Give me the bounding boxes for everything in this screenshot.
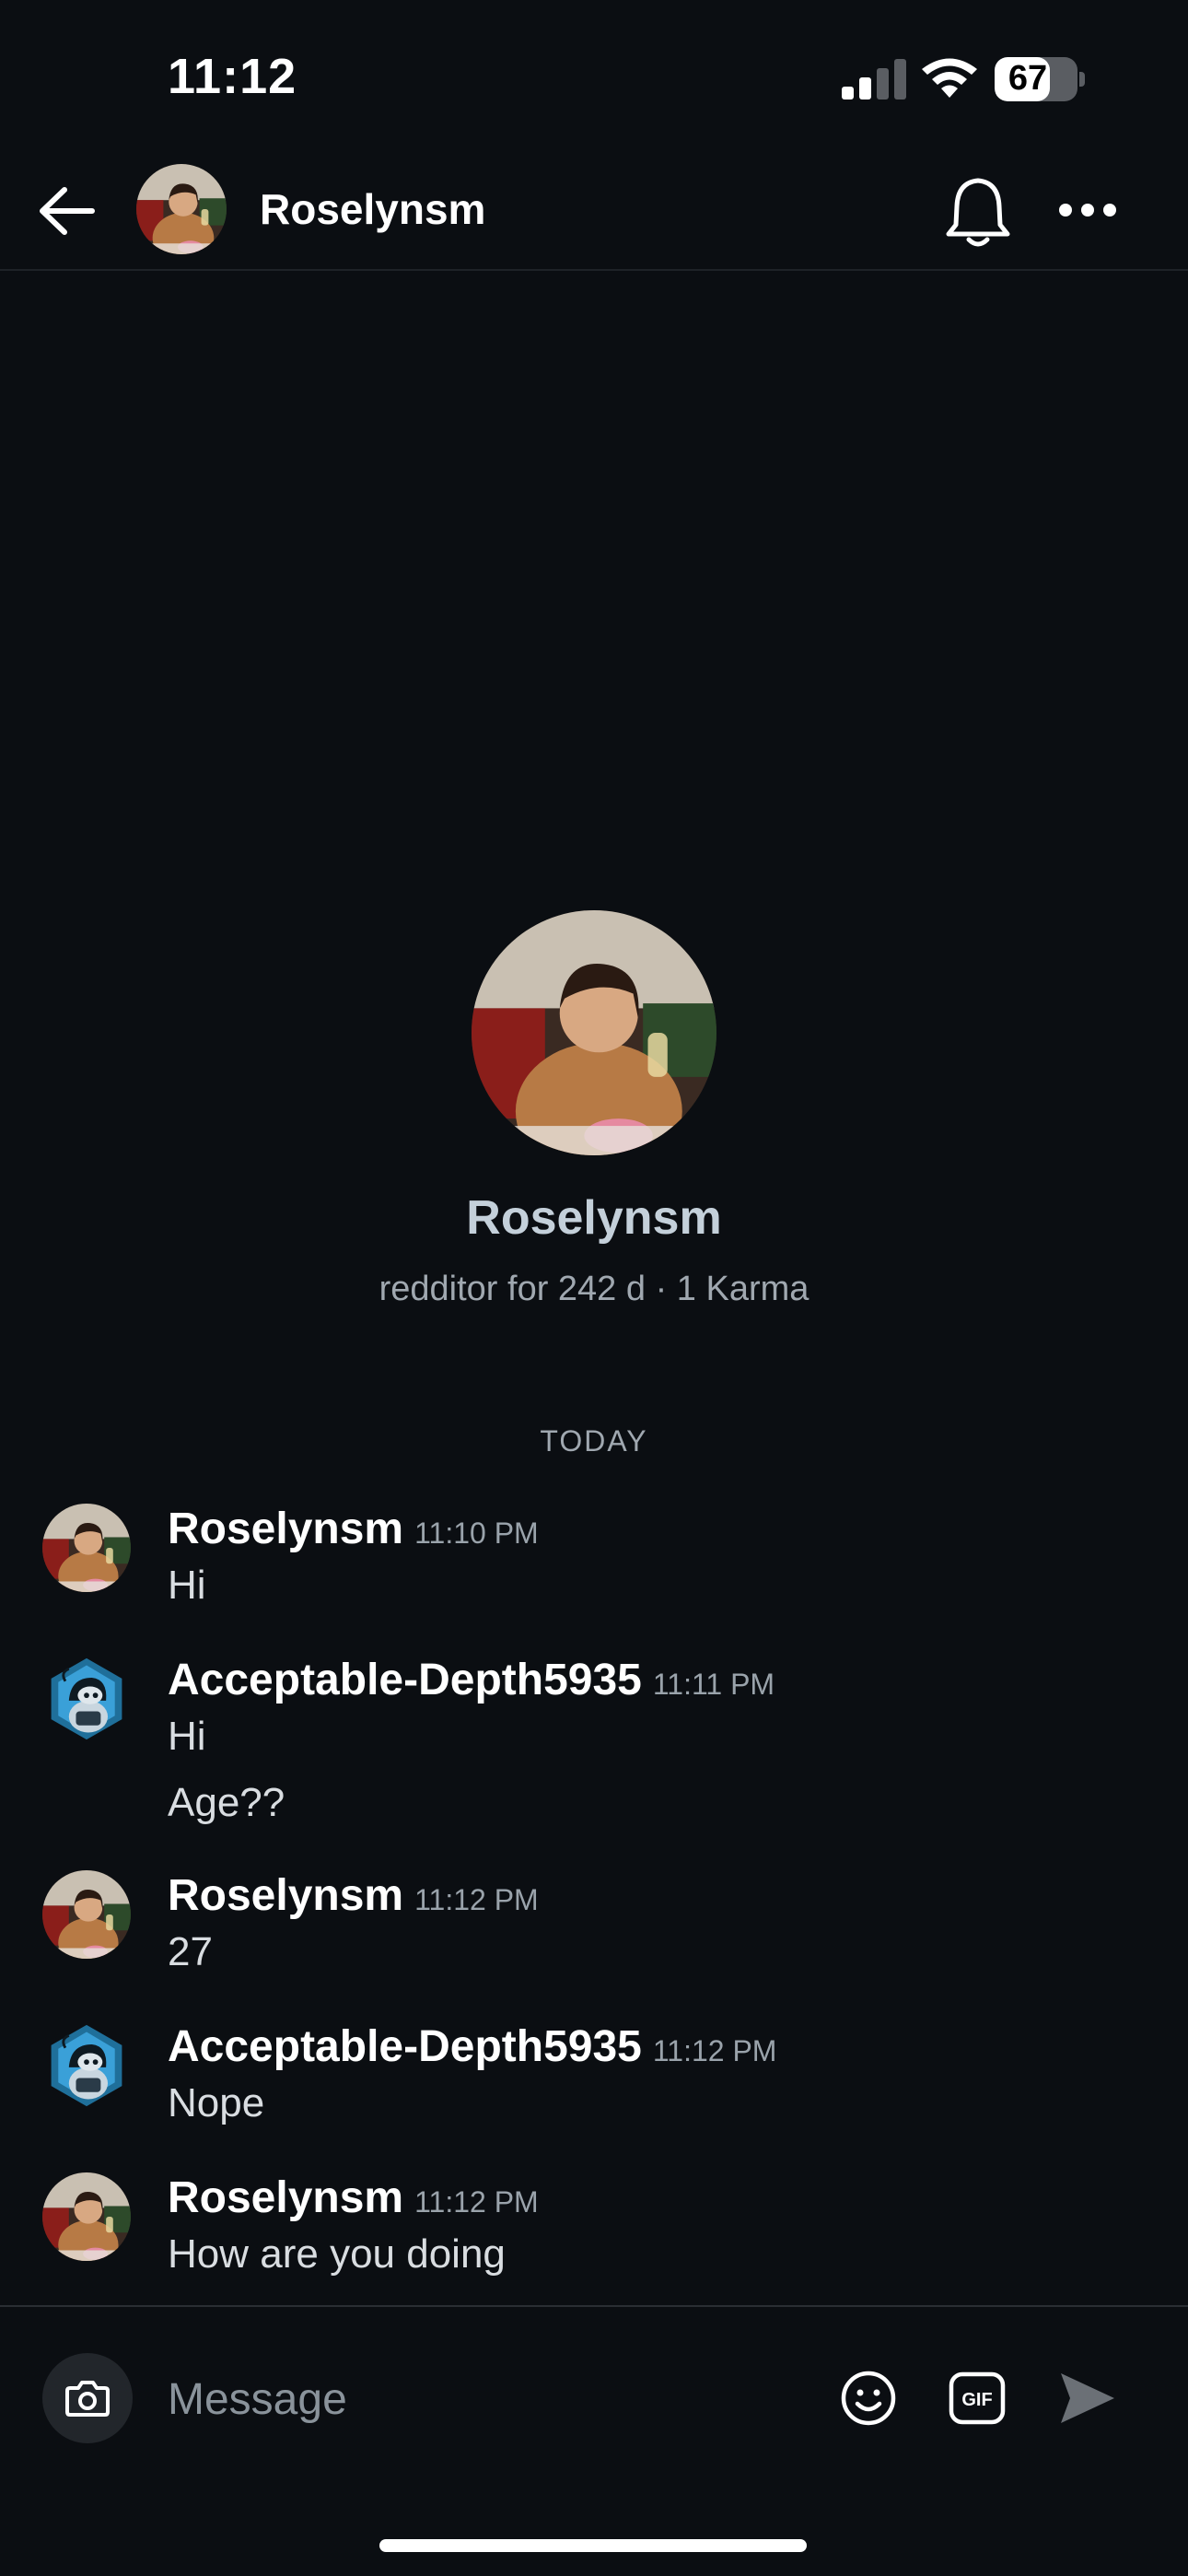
message-time: 11:11 PM — [652, 1668, 775, 1701]
avatar[interactable] — [42, 1504, 131, 1592]
message-time: 11:12 PM — [414, 1883, 539, 1916]
message-text: Hi — [168, 1563, 206, 1608]
battery-icon: 67 — [995, 57, 1077, 101]
message-time: 11:12 PM — [414, 2185, 539, 2219]
message-author[interactable]: Roselynsm — [168, 1505, 403, 1553]
message-author[interactable]: Roselynsm — [168, 1871, 403, 1920]
status-bar: 11:12 67 — [0, 0, 1188, 157]
header-username[interactable]: Roselynsm — [260, 184, 485, 234]
camera-icon — [65, 2381, 110, 2417]
cellular-signal-icon — [842, 59, 906, 100]
message-composer: GIF — [0, 2305, 1188, 2491]
header-avatar[interactable] — [136, 164, 227, 254]
message-time: 11:12 PM — [652, 2034, 777, 2067]
message-text: Nope — [168, 2080, 265, 2125]
message-text: Hi — [168, 1714, 206, 1759]
home-indicator[interactable] — [379, 2539, 807, 2552]
profile-name[interactable]: Roselynsm — [0, 1190, 1188, 1246]
message-input[interactable] — [168, 2370, 794, 2429]
chat-header: Roselynsm — [0, 157, 1188, 271]
message-text: How are you doing — [168, 2231, 506, 2277]
camera-button[interactable] — [42, 2353, 133, 2443]
send-icon[interactable] — [1057, 2370, 1118, 2427]
message-time: 11:10 PM — [414, 1516, 539, 1550]
profile-meta: redditor for 242 d · 1 Karma — [379, 1270, 809, 1308]
arrow-left-icon[interactable] — [33, 177, 101, 245]
message-text: Age?? — [168, 1780, 285, 1825]
more-horizontal-icon[interactable] — [1057, 192, 1118, 228]
avatar[interactable] — [42, 2021, 131, 2110]
avatar[interactable] — [42, 1870, 131, 1959]
wifi-icon — [922, 58, 977, 98]
avatar[interactable] — [42, 1655, 131, 1743]
avatar[interactable] — [42, 2172, 131, 2261]
gif-label: GIF — [961, 2390, 992, 2410]
profile-avatar[interactable] — [472, 910, 716, 1155]
status-time: 11:12 — [168, 49, 297, 104]
battery-tip — [1079, 72, 1085, 87]
message-author[interactable]: Roselynsm — [168, 2173, 403, 2222]
emoji-icon[interactable] — [840, 2370, 897, 2427]
day-divider: TODAY — [540, 1424, 648, 1458]
gif-button[interactable]: GIF — [949, 2371, 1006, 2425]
message-author[interactable]: Acceptable-Depth5935 — [168, 1656, 642, 1704]
message-text: 27 — [168, 1929, 213, 1974]
battery-level: 67 — [1007, 59, 1048, 98]
bell-icon[interactable] — [941, 173, 1015, 251]
message-author[interactable]: Acceptable-Depth5935 — [168, 2022, 642, 2071]
